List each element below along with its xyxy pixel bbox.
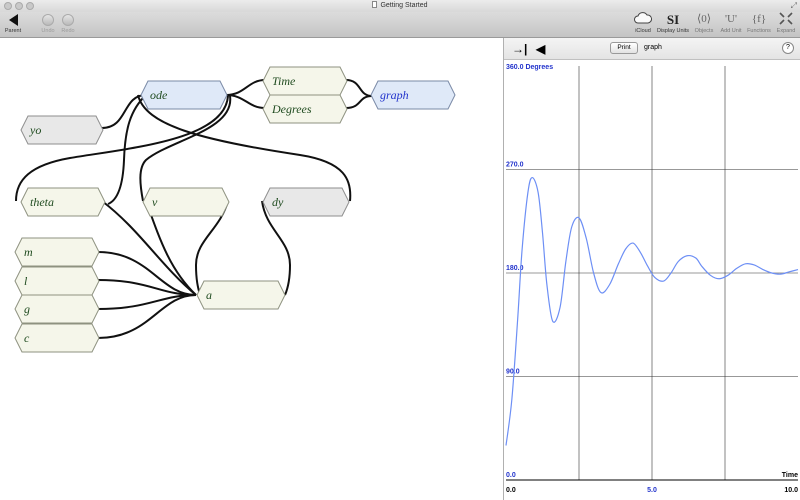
node-degrees-label: Degrees bbox=[272, 102, 312, 116]
print-button[interactable]: Print bbox=[610, 42, 638, 54]
model-canvas[interactable]: ode Time Degrees graph yo theta v dy m l… bbox=[0, 38, 503, 500]
node-time[interactable]: Time bbox=[262, 66, 348, 96]
node-graph[interactable]: graph bbox=[370, 80, 456, 110]
icloud-button[interactable]: iCloud bbox=[632, 12, 654, 38]
expand-button[interactable]: Expand bbox=[774, 12, 798, 38]
display-units-label: Display Units bbox=[656, 28, 690, 34]
node-g-label: g bbox=[24, 302, 30, 316]
objects-icon: ⟨0⟩ bbox=[696, 13, 712, 25]
x-tick-label: 10.0 bbox=[784, 487, 798, 494]
objects-button[interactable]: ⟨0⟩ Objects bbox=[692, 12, 716, 38]
node-a[interactable]: a bbox=[196, 280, 286, 310]
add-unit-label: Add Unit bbox=[720, 28, 742, 34]
wire-ode-degrees bbox=[225, 94, 266, 109]
icloud-label: iCloud bbox=[635, 28, 651, 34]
node-yo-label: yo bbox=[30, 123, 42, 137]
undo-button[interactable]: Undo bbox=[38, 12, 58, 38]
wire-ode-v bbox=[139, 95, 232, 202]
node-a-label: a bbox=[206, 288, 212, 302]
node-m[interactable]: m bbox=[14, 237, 100, 267]
undo-icon bbox=[42, 14, 54, 26]
node-ode[interactable]: ode bbox=[140, 80, 228, 110]
toolbar: Parent Undo Redo iCloud SI Display Units… bbox=[0, 12, 800, 38]
node-dy[interactable]: dy bbox=[262, 187, 350, 217]
node-theta-label: theta bbox=[30, 195, 54, 209]
wire-degrees-graph bbox=[345, 95, 373, 109]
node-c[interactable]: c bbox=[14, 323, 100, 353]
add-unit-button[interactable]: 'U' Add Unit bbox=[718, 12, 744, 38]
node-theta[interactable]: theta bbox=[20, 187, 106, 217]
display-units-button[interactable]: SI Display Units bbox=[656, 12, 690, 38]
y-tick-label: 90.0 bbox=[506, 369, 520, 376]
functions-icon: {f} bbox=[751, 13, 767, 25]
node-l-label: l bbox=[24, 274, 28, 288]
window-title-text: Getting Started bbox=[380, 2, 428, 9]
node-g[interactable]: g bbox=[14, 294, 100, 324]
back-arrow-icon[interactable]: ◀ bbox=[536, 41, 545, 57]
x-tick-label: 5.0 bbox=[647, 487, 657, 494]
window-title: Getting Started bbox=[0, 0, 800, 12]
node-time-label: Time bbox=[272, 74, 296, 88]
graph-panel: →| ◀ Print graph ? 0.0 90.0 180.0 270.0 360.… bbox=[504, 38, 800, 500]
objects-label: Objects bbox=[694, 28, 714, 34]
wire-time-graph bbox=[345, 79, 373, 97]
app-window: Getting Started ⤢ Parent Undo Redo iClou… bbox=[0, 0, 800, 500]
node-m-label: m bbox=[24, 245, 33, 259]
node-ode-label: ode bbox=[150, 88, 168, 102]
x-tick-label: 0.0 bbox=[506, 487, 516, 494]
y-tick-label: 360.0 Degrees bbox=[506, 64, 553, 71]
node-v[interactable]: v bbox=[142, 187, 230, 217]
wire-m-a bbox=[97, 251, 197, 296]
node-degrees[interactable]: Degrees bbox=[262, 94, 348, 124]
wire-c-a bbox=[97, 294, 197, 339]
si-icon: SI bbox=[666, 12, 680, 27]
document-icon bbox=[372, 1, 378, 8]
graph-toolbar: →| ◀ Print graph ? bbox=[504, 38, 800, 60]
redo-button[interactable]: Redo bbox=[58, 12, 78, 38]
collapse-panel-icon[interactable]: →| bbox=[512, 41, 527, 57]
undo-label: Undo bbox=[41, 28, 55, 34]
expand-icon bbox=[774, 12, 798, 27]
x-axis-label: Time bbox=[782, 472, 798, 479]
node-yo[interactable]: yo bbox=[20, 115, 104, 145]
expand-label: Expand bbox=[776, 28, 796, 34]
node-l[interactable]: l bbox=[14, 266, 100, 296]
redo-label: Redo bbox=[61, 28, 75, 34]
add-unit-icon: 'U' bbox=[725, 13, 737, 25]
functions-label: Functions bbox=[747, 28, 771, 34]
back-arrow-icon bbox=[8, 14, 18, 26]
node-v-label: v bbox=[152, 195, 158, 209]
parent-label: Parent bbox=[4, 28, 22, 34]
redo-icon bbox=[62, 14, 74, 26]
cloud-icon bbox=[632, 12, 654, 27]
graph-name-label: graph bbox=[644, 44, 662, 51]
help-button[interactable]: ? bbox=[782, 42, 794, 54]
y-tick-label: 270.0 bbox=[506, 162, 524, 169]
parent-button[interactable]: Parent bbox=[2, 12, 24, 38]
wire-ode-theta bbox=[15, 95, 229, 202]
node-c-label: c bbox=[24, 331, 30, 345]
node-dy-label: dy bbox=[272, 195, 284, 209]
node-graph-label: graph bbox=[380, 88, 409, 102]
title-bar: Getting Started ⤢ bbox=[0, 0, 800, 12]
wire-ode-time bbox=[225, 79, 266, 96]
fullscreen-icon[interactable]: ⤢ bbox=[791, 1, 797, 11]
functions-button[interactable]: {f} Functions bbox=[745, 12, 773, 38]
y-tick-label: 0.0 bbox=[506, 472, 516, 479]
graph-plot: 0.090.0180.0270.0360.0 Degrees0.0 5.0 10.0… bbox=[505, 64, 799, 494]
